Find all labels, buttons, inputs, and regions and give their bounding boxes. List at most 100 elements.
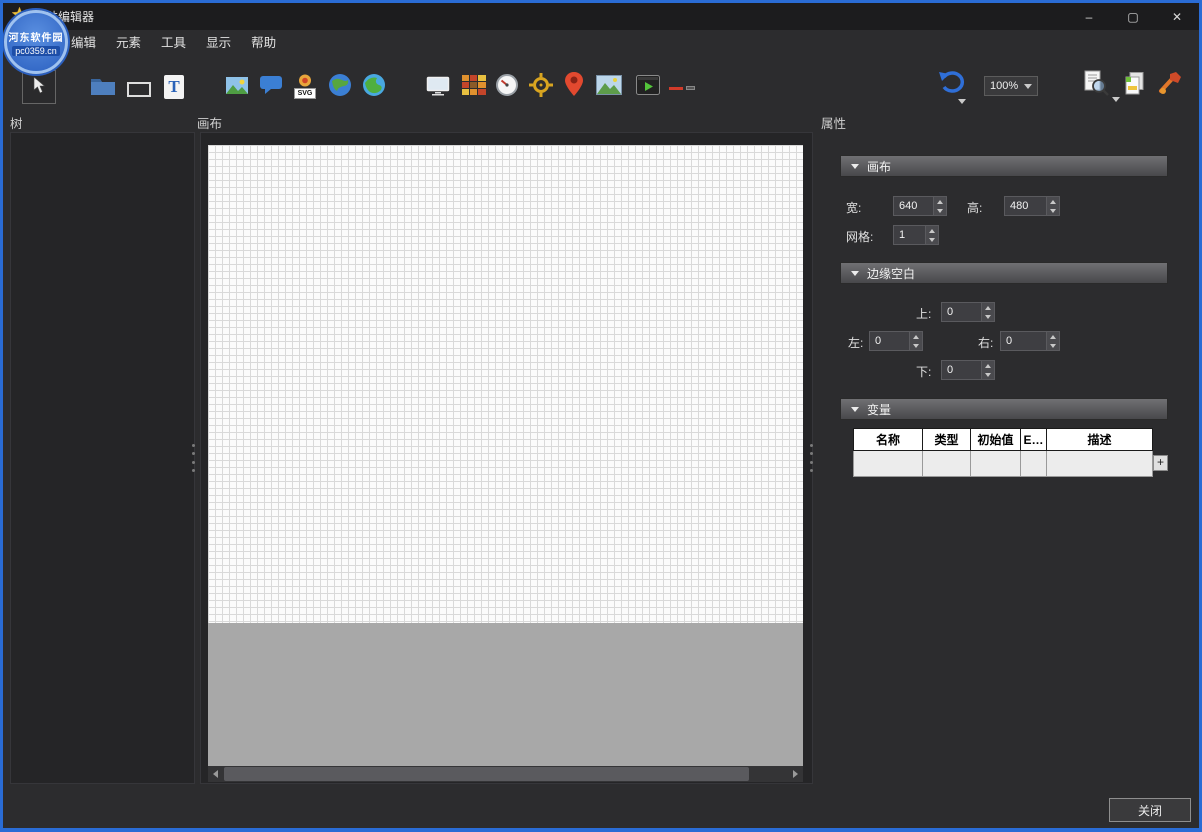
- spin-down-button[interactable]: [1047, 341, 1059, 350]
- spin-down-button[interactable]: [982, 312, 994, 321]
- map-pin-tool-button[interactable]: [563, 72, 585, 100]
- menu-item-tools[interactable]: 工具: [151, 30, 196, 56]
- close-window-button[interactable]: ✕: [1155, 3, 1199, 30]
- spin-down-button[interactable]: [934, 206, 946, 215]
- canvas-section-header[interactable]: 画布: [840, 155, 1168, 177]
- rectangle-tool-button[interactable]: [125, 80, 153, 99]
- variables-table: 名称 类型 初始值 E… 描述: [853, 428, 1153, 477]
- callout-tool-button[interactable]: [257, 76, 285, 99]
- grid-size-value[interactable]: 1: [894, 226, 925, 244]
- add-variable-button[interactable]: +: [1153, 455, 1168, 471]
- preview-button[interactable]: [1082, 71, 1110, 99]
- menu-item-element[interactable]: 元素: [106, 30, 151, 56]
- margin-top-label: 上:: [916, 305, 931, 322]
- undo-dropdown-caret-icon[interactable]: [958, 99, 966, 104]
- undo-button[interactable]: [936, 72, 966, 98]
- spin-up-button[interactable]: [934, 197, 946, 206]
- image-tool-button[interactable]: [224, 78, 250, 98]
- frame-top: [0, 0, 1202, 3]
- spin-up-button[interactable]: [1047, 197, 1059, 206]
- text-tool-button[interactable]: T: [162, 73, 186, 101]
- spin-up-button[interactable]: [910, 332, 922, 341]
- canvas-height-spinner[interactable]: 480: [1004, 196, 1060, 216]
- canvas-hscrollbar[interactable]: [208, 766, 803, 782]
- margin-right-spinner[interactable]: 0: [1000, 331, 1060, 351]
- canvas-width-value[interactable]: 640: [894, 197, 933, 215]
- spin-down-button[interactable]: [982, 370, 994, 379]
- margin-bottom-spinner[interactable]: 0: [941, 360, 995, 380]
- earth-tool-button[interactable]: [361, 74, 387, 100]
- canvas-surface[interactable]: [208, 145, 803, 623]
- zoom-select[interactable]: 100%: [984, 76, 1038, 96]
- canvas-width-spinner[interactable]: 640: [893, 196, 947, 216]
- svg-icon: SVG: [294, 74, 316, 99]
- zoom-value: 100%: [990, 80, 1018, 92]
- grid-size-label: 网格:: [846, 228, 873, 245]
- skin-editor-window: 皮肤编辑器 – ▢ ✕ 文件 编辑 元素 工具 显示 帮助 河东软件园 pc03…: [0, 0, 1202, 832]
- image-icon: [226, 77, 248, 99]
- select-tool-button[interactable]: [22, 70, 56, 104]
- compass-tool-button[interactable]: [527, 73, 555, 101]
- map-image-tool-button[interactable]: [595, 76, 623, 98]
- margin-left-spinner[interactable]: 0: [869, 331, 923, 351]
- open-folder-button[interactable]: [88, 76, 118, 100]
- spin-up-button[interactable]: [982, 361, 994, 370]
- right-splitter-grip[interactable]: [809, 444, 814, 472]
- text-icon: T: [164, 75, 184, 99]
- left-splitter-grip[interactable]: [191, 444, 196, 472]
- minimize-button[interactable]: –: [1067, 3, 1111, 30]
- line-style-tool-button[interactable]: [667, 83, 697, 93]
- spin-up-button[interactable]: [1047, 332, 1059, 341]
- margin-section-header[interactable]: 边缘空白: [840, 262, 1168, 284]
- watermark-site-url: pc0359.cn: [12, 46, 60, 56]
- margin-left-label: 左:: [848, 334, 863, 351]
- margin-right-value[interactable]: 0: [1001, 332, 1046, 350]
- scroll-thumb[interactable]: [224, 767, 749, 781]
- grid-tool-button[interactable]: [460, 75, 488, 99]
- documents-icon: [1123, 71, 1149, 102]
- cursor-icon: [31, 76, 47, 99]
- frame-bottom: [0, 828, 1202, 832]
- spin-down-button[interactable]: [1047, 206, 1059, 215]
- menu-item-view[interactable]: 显示: [196, 30, 241, 56]
- grid-size-spinner[interactable]: 1: [893, 225, 939, 245]
- margin-left-value[interactable]: 0: [870, 332, 909, 350]
- spin-down-button[interactable]: [926, 235, 938, 244]
- preview-dropdown-caret-icon[interactable]: [1112, 97, 1120, 102]
- collapse-icon: [851, 164, 859, 169]
- gauge-tool-button[interactable]: [494, 74, 520, 100]
- close-button[interactable]: 关闭: [1109, 798, 1191, 822]
- scroll-left-button[interactable]: [208, 766, 223, 782]
- svg-tool-button[interactable]: SVG: [292, 72, 318, 100]
- video-tool-button[interactable]: [635, 76, 661, 98]
- zoom-caret-icon: [1024, 84, 1032, 89]
- globe-tool-button[interactable]: [327, 74, 353, 100]
- margin-section-title: 边缘空白: [867, 265, 915, 282]
- screen-tool-button[interactable]: [425, 77, 451, 99]
- map-pin-icon: [564, 71, 584, 102]
- tools-button[interactable]: [1156, 72, 1184, 98]
- collapse-icon: [851, 407, 859, 412]
- watermark-site-name: 河东软件园: [9, 29, 64, 44]
- scroll-right-button[interactable]: [788, 766, 803, 782]
- collapse-icon: [851, 271, 859, 276]
- monitor-icon: [426, 76, 450, 101]
- maximize-button[interactable]: ▢: [1111, 3, 1155, 30]
- margin-top-spinner[interactable]: 0: [941, 302, 995, 322]
- variables-section-header[interactable]: 变量: [840, 398, 1168, 420]
- canvas-width-label: 宽:: [846, 199, 861, 216]
- canvas-height-value[interactable]: 480: [1005, 197, 1046, 215]
- margin-top-value[interactable]: 0: [942, 303, 981, 321]
- canvas-overflow-area[interactable]: [208, 623, 803, 766]
- menu-bar: 文件 编辑 元素 工具 显示 帮助: [3, 30, 1199, 56]
- spin-up-button[interactable]: [926, 226, 938, 235]
- canvas-section-title: 画布: [867, 158, 891, 175]
- tree-panel[interactable]: [10, 132, 195, 784]
- spin-down-button[interactable]: [910, 341, 922, 350]
- variables-empty-row[interactable]: [854, 451, 1153, 477]
- menu-item-help[interactable]: 帮助: [241, 30, 286, 56]
- properties-panel-label: 属性: [821, 113, 846, 132]
- export-button[interactable]: [1122, 72, 1150, 100]
- spin-up-button[interactable]: [982, 303, 994, 312]
- margin-bottom-value[interactable]: 0: [942, 361, 981, 379]
